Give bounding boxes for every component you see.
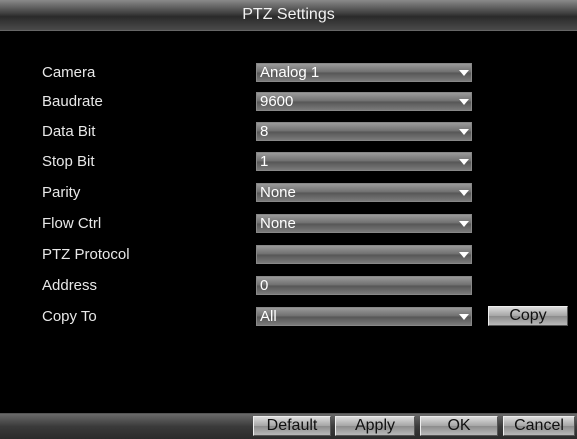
copy-to-label: Copy To [42,308,97,325]
parity-value: None [260,184,296,201]
address-label: Address [42,277,98,294]
ptz-protocol-label: PTZ Protocol [42,246,130,263]
baudrate-label: Baudrate [42,93,103,110]
ptz-protocol-row: PTZ Protocol [0,243,577,269]
copy-to-row: Copy To All Copy [0,305,577,331]
ptz-protocol-select[interactable] [256,245,472,264]
camera-row: Camera Analog 1 [0,61,577,87]
flow-ctrl-label: Flow Ctrl [42,215,102,232]
ok-button[interactable]: OK [420,416,498,436]
stop-bit-select[interactable]: 1 [256,152,472,171]
stop-bit-row: Stop Bit 1 [0,150,577,176]
apply-button[interactable]: Apply [335,416,415,436]
ptz-settings-window: PTZ Settings Camera Analog 1 Baudrate 96… [0,0,577,439]
stop-bit-value: 1 [260,153,269,170]
data-bit-value: 8 [260,123,269,140]
cancel-button[interactable]: Cancel [503,416,575,436]
address-row: Address 0 [0,274,577,300]
chevron-down-icon [459,314,469,320]
chevron-down-icon [459,190,469,196]
address-input[interactable]: 0 [256,276,472,295]
parity-label: Parity [42,184,81,201]
chevron-down-icon [459,70,469,76]
chevron-down-icon [459,221,469,227]
parity-select[interactable]: None [256,183,472,202]
baudrate-row: Baudrate 9600 [0,90,577,116]
parity-row: Parity None [0,181,577,207]
camera-select[interactable]: Analog 1 [256,63,472,82]
baudrate-select[interactable]: 9600 [256,92,472,111]
window-title: PTZ Settings [242,6,335,23]
default-button[interactable]: Default [253,416,331,436]
flow-ctrl-value: None [260,215,296,232]
chevron-down-icon [459,99,469,105]
baudrate-value: 9600 [260,93,294,110]
chevron-down-icon [459,159,469,165]
data-bit-select[interactable]: 8 [256,122,472,141]
chevron-down-icon [459,252,469,258]
data-bit-row: Data Bit 8 [0,120,577,146]
copy-to-value: All [260,308,277,325]
copy-button[interactable]: Copy [488,306,568,326]
data-bit-label: Data Bit [42,123,96,140]
copy-to-select[interactable]: All [256,307,472,326]
chevron-down-icon [459,129,469,135]
camera-label: Camera [42,64,96,81]
footer-bar: Default Apply OK Cancel [0,413,577,439]
camera-value: Analog 1 [260,64,320,81]
flow-ctrl-select[interactable]: None [256,214,472,233]
flow-ctrl-row: Flow Ctrl None [0,212,577,238]
title-bar: PTZ Settings [0,0,577,31]
stop-bit-label: Stop Bit [42,153,95,170]
